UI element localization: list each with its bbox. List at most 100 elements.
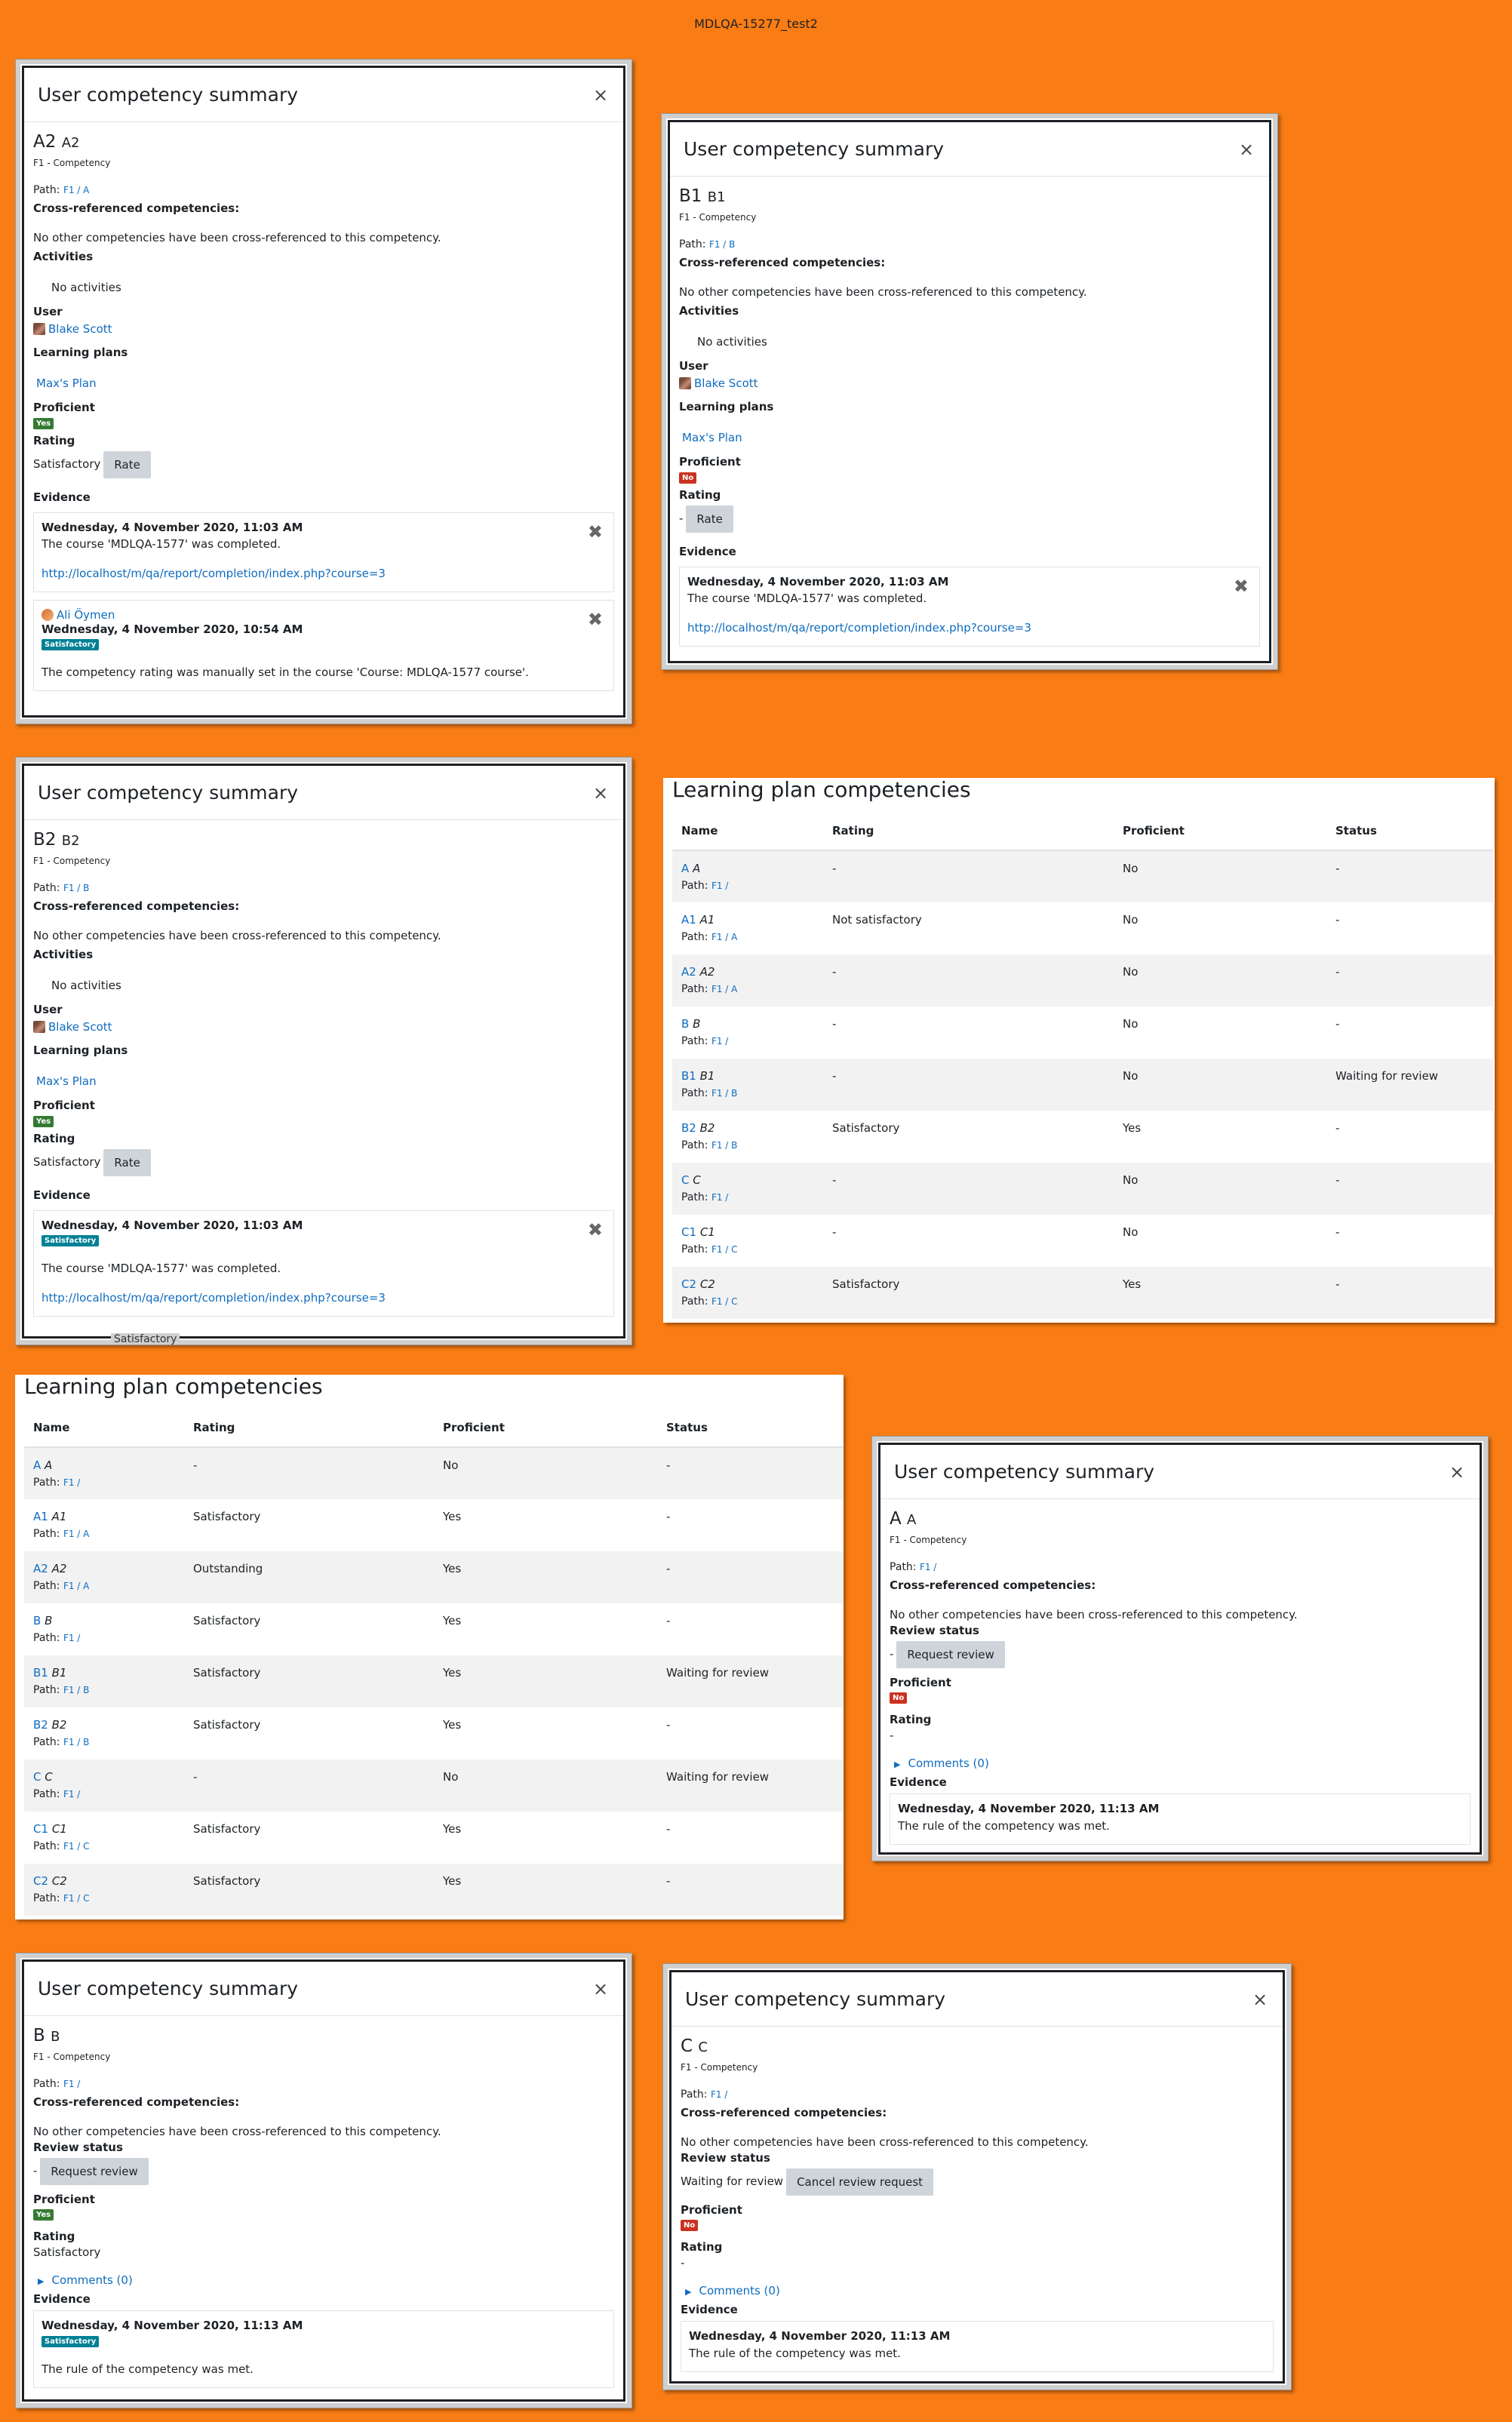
competency-link[interactable]: C bbox=[33, 1770, 41, 1784]
path-link[interactable]: F1 / B bbox=[63, 1737, 89, 1747]
competency-link[interactable]: B2 bbox=[33, 1718, 48, 1732]
competency-link[interactable]: B1 bbox=[33, 1666, 48, 1680]
competency-link[interactable]: A2 bbox=[33, 1562, 48, 1575]
plan-link[interactable]: Max's Plan bbox=[682, 431, 742, 444]
path-link[interactable]: F1 / B bbox=[709, 239, 735, 250]
competency-link[interactable]: C bbox=[681, 1173, 689, 1187]
path-link[interactable]: F1 / bbox=[63, 1633, 80, 1643]
competency-link[interactable]: C1 bbox=[681, 1225, 696, 1239]
path-link[interactable]: F1 / bbox=[63, 1477, 80, 1488]
request-review-button[interactable]: Request review bbox=[40, 2157, 149, 2185]
comments-toggle[interactable]: ▶ Comments (0) bbox=[890, 1757, 1471, 1771]
evidence-author-link[interactable]: Ali Öymen bbox=[57, 608, 115, 622]
path-link[interactable]: F1 / bbox=[711, 1036, 728, 1047]
evidence-link[interactable]: http://localhost/m/qa/report/completion/… bbox=[687, 621, 1031, 635]
path-link[interactable]: F1 / C bbox=[711, 1244, 738, 1255]
plan-link[interactable]: Max's Plan bbox=[36, 1074, 97, 1088]
path-label: Path: bbox=[33, 1632, 60, 1644]
table-row: A A Path: F1 / - No - bbox=[24, 1447, 844, 1499]
competency-link[interactable]: B bbox=[681, 1017, 689, 1031]
rate-button[interactable]: Rate bbox=[686, 505, 733, 533]
path-link[interactable]: F1 / C bbox=[63, 1841, 90, 1852]
delete-evidence-icon[interactable]: ✖ bbox=[588, 521, 603, 543]
header-status[interactable]: Status bbox=[657, 1408, 844, 1448]
header-proficient[interactable]: Proficient bbox=[434, 1408, 657, 1448]
competency-link[interactable]: B1 bbox=[681, 1069, 696, 1083]
user-link[interactable]: Blake Scott bbox=[694, 377, 758, 391]
user-link[interactable]: Blake Scott bbox=[48, 322, 112, 337]
rate-button[interactable]: Rate bbox=[103, 1148, 151, 1176]
user-link[interactable]: Blake Scott bbox=[48, 1020, 112, 1034]
path-link[interactable]: F1 / A bbox=[711, 984, 737, 994]
path-link[interactable]: F1 / B bbox=[63, 1685, 89, 1695]
competency-link[interactable]: A2 bbox=[681, 965, 696, 979]
header-status[interactable]: Status bbox=[1326, 811, 1493, 851]
comments-link[interactable]: Comments (0) bbox=[51, 2273, 132, 2287]
table-row: A2 A2 Path: F1 / A - No - bbox=[672, 954, 1493, 1007]
table-row: C C Path: F1 / - No Waiting for review bbox=[24, 1760, 844, 1812]
proficient-cell: Yes bbox=[443, 1822, 462, 1836]
header-name[interactable]: Name bbox=[672, 811, 823, 851]
avatar bbox=[33, 1021, 45, 1034]
competency-link[interactable]: B bbox=[33, 1614, 41, 1627]
competency-link[interactable]: B2 bbox=[681, 1121, 696, 1135]
close-icon[interactable]: × bbox=[1251, 1989, 1269, 2010]
competency-link[interactable]: C1 bbox=[33, 1822, 48, 1836]
close-icon[interactable]: × bbox=[592, 85, 610, 106]
evidence-link[interactable]: http://localhost/m/qa/report/completion/… bbox=[41, 1291, 386, 1305]
competency-link[interactable]: A1 bbox=[681, 913, 696, 927]
competency-link[interactable]: A bbox=[33, 1458, 41, 1472]
rate-button[interactable]: Rate bbox=[103, 450, 151, 478]
close-icon[interactable]: × bbox=[1448, 1461, 1466, 1483]
cancel-review-request-button[interactable]: Cancel review request bbox=[786, 2168, 934, 2196]
header-rating[interactable]: Rating bbox=[184, 1408, 434, 1448]
evidence-link[interactable]: http://localhost/m/qa/report/completion/… bbox=[41, 567, 386, 580]
proficient-label: Proficient bbox=[679, 455, 741, 469]
path-link[interactable]: F1 / bbox=[63, 2079, 80, 2089]
competency-short-name: B bbox=[693, 1017, 701, 1031]
comments-link[interactable]: Comments (0) bbox=[908, 1757, 988, 1770]
path-label: Path: bbox=[33, 1580, 60, 1592]
competency-path: Path: F1 / bbox=[890, 1560, 937, 1573]
delete-evidence-icon[interactable]: ✖ bbox=[588, 1219, 603, 1241]
competency-link[interactable]: C2 bbox=[33, 1874, 48, 1888]
learning-plans-label: Learning plans bbox=[679, 399, 774, 413]
header-proficient[interactable]: Proficient bbox=[1114, 811, 1326, 851]
plan-link[interactable]: Max's Plan bbox=[36, 377, 97, 390]
competency-link[interactable]: A bbox=[681, 862, 689, 875]
path-label: Path: bbox=[681, 1035, 708, 1047]
path-link[interactable]: F1 / C bbox=[711, 1296, 738, 1307]
comments-toggle[interactable]: ▶ Comments (0) bbox=[681, 2284, 1274, 2298]
close-icon[interactable]: × bbox=[592, 1978, 610, 1999]
path-link[interactable]: F1 / B bbox=[711, 1140, 737, 1151]
path-link[interactable]: F1 / C bbox=[63, 1893, 90, 1904]
path-link[interactable]: F1 / A bbox=[63, 185, 89, 195]
modal-screenshot-c: User competency summary × C C F1 - Compe… bbox=[662, 1963, 1292, 2390]
rating-label: Rating bbox=[33, 1132, 75, 1145]
path-link[interactable]: F1 / B bbox=[63, 883, 89, 893]
delete-evidence-icon[interactable]: ✖ bbox=[588, 608, 603, 631]
competency-link[interactable]: A1 bbox=[33, 1510, 48, 1523]
request-review-button[interactable]: Request review bbox=[896, 1640, 1005, 1668]
competency-link[interactable]: C2 bbox=[681, 1277, 696, 1291]
path-link[interactable]: F1 / bbox=[63, 1789, 80, 1800]
caret-right-icon: ▶ bbox=[38, 2276, 45, 2286]
path-link[interactable]: F1 / bbox=[920, 1562, 936, 1572]
comments-toggle[interactable]: ▶ Comments (0) bbox=[33, 2273, 614, 2288]
header-rating[interactable]: Rating bbox=[823, 811, 1114, 851]
close-icon[interactable]: × bbox=[592, 782, 610, 804]
comments-link[interactable]: Comments (0) bbox=[699, 2284, 779, 2298]
path-link[interactable]: F1 / bbox=[711, 881, 728, 891]
path-link[interactable]: F1 / bbox=[711, 2089, 727, 2100]
path-link[interactable]: F1 / A bbox=[63, 1581, 89, 1591]
table-row: A2 A2 Path: F1 / A Outstanding Yes - bbox=[24, 1551, 844, 1603]
path-link[interactable]: F1 / B bbox=[711, 1088, 737, 1099]
header-name[interactable]: Name bbox=[24, 1408, 184, 1448]
close-icon[interactable]: × bbox=[1237, 139, 1255, 160]
path-link[interactable]: F1 / bbox=[711, 1192, 728, 1203]
path-link[interactable]: F1 / A bbox=[711, 932, 737, 942]
competency-short-name: C bbox=[693, 1173, 701, 1187]
table-row: B2 B2 Path: F1 / B Satisfactory Yes - bbox=[672, 1111, 1493, 1163]
path-link[interactable]: F1 / A bbox=[63, 1529, 89, 1539]
delete-evidence-icon[interactable]: ✖ bbox=[1234, 575, 1249, 598]
